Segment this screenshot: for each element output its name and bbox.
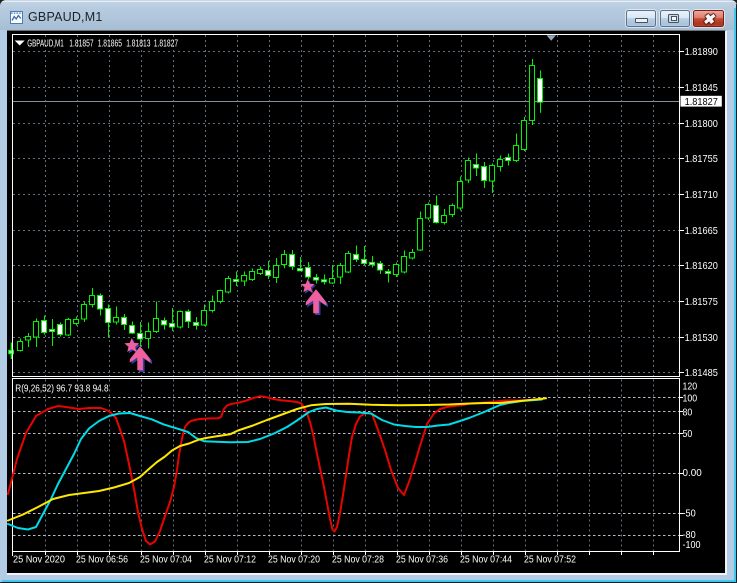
svg-text:1.81620: 1.81620 [685, 260, 718, 272]
svg-text:0.00: 0.00 [683, 467, 702, 479]
svg-text:1.81530: 1.81530 [685, 332, 718, 344]
svg-text:25 Nov 07:28: 25 Nov 07:28 [332, 554, 384, 566]
svg-text:GBPAUD,M1: GBPAUD,M1 [27, 38, 64, 50]
svg-text:120: 120 [683, 380, 698, 392]
svg-text:R(9,26,52) 96.7 93.8 94.8: R(9,26,52) 96.7 93.8 94.8 [15, 383, 108, 395]
svg-text:1.81827: 1.81827 [685, 96, 718, 108]
svg-text:25 Nov 07:20: 25 Nov 07:20 [268, 554, 320, 566]
svg-text:1.81827: 1.81827 [154, 38, 178, 50]
svg-text:25 Nov 07:04: 25 Nov 07:04 [140, 554, 192, 566]
svg-text:1.81575: 1.81575 [685, 296, 718, 308]
svg-text:50: 50 [683, 428, 693, 440]
svg-text:25 Nov 07:36: 25 Nov 07:36 [396, 554, 448, 566]
svg-text:1.81845: 1.81845 [685, 82, 718, 94]
svg-text:1.81800: 1.81800 [685, 118, 718, 130]
svg-text:1.81665: 1.81665 [685, 225, 718, 237]
svg-text:25 Nov 07:52: 25 Nov 07:52 [524, 554, 576, 566]
svg-text:1.81890: 1.81890 [685, 46, 718, 58]
svg-text:1.81857: 1.81857 [69, 38, 93, 50]
svg-text:1.81865: 1.81865 [98, 38, 122, 50]
svg-text:100: 100 [683, 393, 698, 405]
svg-text:1.81485: 1.81485 [685, 367, 718, 379]
svg-text:1.81755: 1.81755 [685, 153, 718, 165]
svg-text:1.81710: 1.81710 [685, 189, 718, 201]
svg-text:-50: -50 [683, 508, 696, 520]
svg-text:25 Nov 2020: 25 Nov 2020 [13, 554, 65, 566]
svg-text:-100: -100 [683, 539, 701, 551]
svg-text:80: 80 [683, 407, 693, 419]
svg-text:1.81813: 1.81813 [126, 38, 150, 50]
svg-text:25 Nov 06:56: 25 Nov 06:56 [76, 554, 128, 566]
svg-text:25 Nov 07:12: 25 Nov 07:12 [204, 554, 256, 566]
svg-text:25 Nov 07:44: 25 Nov 07:44 [460, 554, 512, 566]
